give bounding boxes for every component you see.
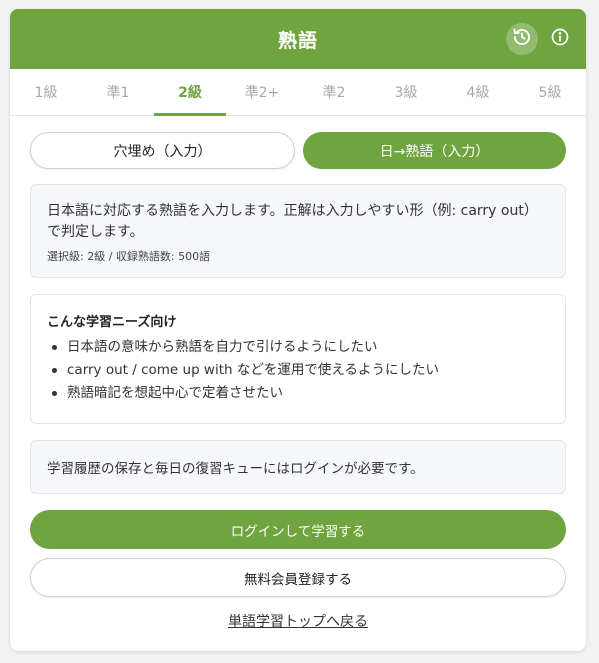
description-meta: 選択級: 2級 / 収録熟語数: 500語 <box>47 250 211 263</box>
tab-level-3[interactable]: 3級 <box>370 69 442 115</box>
header-bar: 熟語 <box>10 9 586 69</box>
login-notice-text: 学習履歴の保存と毎日の復習キューにはログインが必要です。 <box>47 461 424 477</box>
description-text: 日本語に対応する熟語を入力します。正解は入力しやすい形（例: carry out… <box>47 203 538 240</box>
tab-level-4[interactable]: 4級 <box>442 69 514 115</box>
needs-title: こんな学習ニーズ向け <box>47 315 177 330</box>
tab-level-1[interactable]: 1級 <box>10 69 82 115</box>
info-icon <box>550 27 570 51</box>
needs-list: 日本語の意味から熟語を自力で引けるようにしたい carry out / come… <box>47 336 549 405</box>
tab-level-pre2[interactable]: 準2 <box>298 69 370 115</box>
level-tabs: 1級 準1 2級 準2+ 準2 3級 4級 5級 <box>10 69 586 116</box>
idiom-card: 熟語 1級 準1 2級 準2+ 準2 3級 4級 5級 穴埋め（入力） 日→熟語… <box>10 9 586 651</box>
back-to-top-link[interactable]: 単語学習トップへ戻る <box>10 611 586 631</box>
mode-ja-to-idiom-button[interactable]: 日→熟語（入力） <box>303 132 566 169</box>
info-button[interactable] <box>544 23 576 55</box>
history-icon <box>512 27 532 51</box>
login-button[interactable]: ログインして学習する <box>30 510 566 549</box>
history-button[interactable] <box>506 23 538 55</box>
login-notice: 学習履歴の保存と毎日の復習キューにはログインが必要です。 <box>30 440 566 494</box>
tab-level-pre1[interactable]: 準1 <box>82 69 154 115</box>
needs-panel: こんな学習ニーズ向け 日本語の意味から熟語を自力で引けるようにしたい carry… <box>30 294 566 424</box>
list-item: 日本語の意味から熟語を自力で引けるようにしたい <box>47 336 549 359</box>
tab-level-2[interactable]: 2級 <box>154 69 226 116</box>
tab-level-pre2plus[interactable]: 準2+ <box>226 69 298 115</box>
list-item: 熟語暗記を想起中心で定着させたい <box>47 382 549 405</box>
mode-toggle: 穴埋め（入力） 日→熟語（入力） <box>30 132 566 169</box>
register-button[interactable]: 無料会員登録する <box>30 558 566 597</box>
mode-description: 日本語に対応する熟語を入力します。正解は入力しやすい形（例: carry out… <box>30 184 566 278</box>
mode-fill-blank-button[interactable]: 穴埋め（入力） <box>30 132 295 169</box>
tab-level-5[interactable]: 5級 <box>514 69 586 115</box>
page-title: 熟語 <box>277 29 318 52</box>
list-item: carry out / come up with などを運用で使えるようにしたい <box>47 359 549 382</box>
